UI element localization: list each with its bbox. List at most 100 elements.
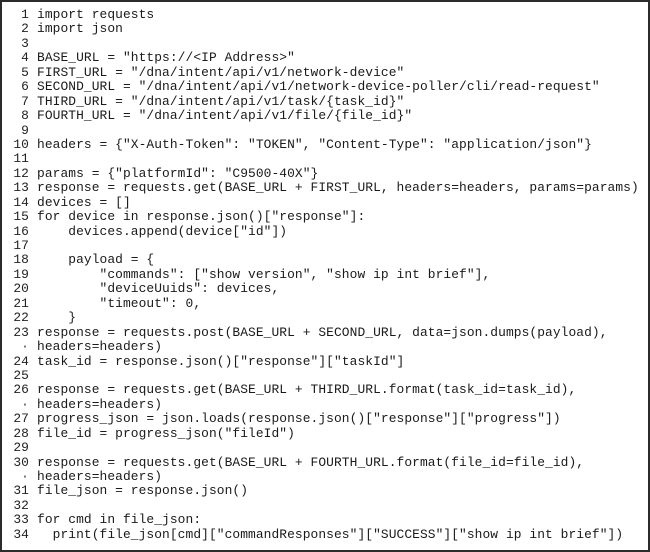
code-text: devices.append(device["id"]) (37, 223, 288, 239)
code-line: 3 (13, 35, 639, 51)
code-line: 22 } (13, 310, 639, 326)
code-listing-frame: 1 import requests 2 import json 3 4 BASE_URL =… (0, 0, 650, 552)
code-line: 21 "timeout": 0, (13, 295, 639, 311)
code-text: response = requests.get(BASE_URL + FIRST… (37, 180, 639, 196)
line-number: 33 (13, 512, 29, 528)
code-line: 8 FOURTH_URL = "/dna/intent/api/v1/file/{… (13, 108, 639, 124)
continuation-marker: · (21, 396, 29, 412)
code-line: 19 "commands": ["show version", "show ip… (13, 266, 639, 282)
code-line: 33 for cmd in file_json: (13, 512, 639, 528)
line-number: 30 (13, 454, 29, 470)
code-text: import requests (37, 7, 155, 22)
code-line: 14 devices = [] (13, 194, 639, 210)
code-text: devices = [] (37, 194, 131, 210)
line-number: 6 (21, 79, 29, 95)
line-number: 19 (13, 266, 29, 282)
code-line: 31 file_json = response.json() (13, 483, 639, 499)
code-text: headers=headers) (37, 339, 163, 355)
code-line: 7 THIRD_URL = "/dna/intent/api/v1/task/{t… (13, 93, 639, 109)
line-number: 20 (13, 281, 29, 297)
code-text: FOURTH_URL = "/dna/intent/api/v1/file/{f… (37, 108, 413, 124)
code-line: 29 (13, 440, 639, 456)
code-line: 27 progress_json = json.loads(response.js… (13, 411, 639, 427)
code-text: response = requests.get(BASE_URL + THIRD… (37, 382, 577, 398)
code-line-continuation: · headers=headers) (13, 469, 639, 484)
code-text: "timeout": 0, (37, 295, 202, 311)
line-number: 29 (13, 440, 29, 456)
code-line: 20 "deviceUuids": devices, (13, 281, 639, 297)
code-text: THIRD_URL = "/dna/intent/api/v1/task/{ta… (37, 93, 405, 109)
code-line: 10 headers = {"X-Auth-Token": "TOKEN", "C… (13, 136, 639, 152)
line-number: 24 (13, 353, 29, 369)
code-text: response = requests.get(BASE_URL + FOURT… (37, 454, 585, 470)
code-text: print(file_json[cmd]["commandResponses"]… (37, 526, 624, 542)
code-line: 1 import requests (13, 7, 639, 22)
code-text: "commands": ["show version", "show ip in… (37, 266, 491, 282)
code-line: 13 response = requests.get(BASE_URL + FIR… (13, 180, 639, 196)
line-number: 10 (13, 136, 29, 152)
line-number: 4 (21, 50, 29, 66)
line-number: 11 (13, 151, 29, 167)
code-line: 25 (13, 367, 639, 383)
line-number: 32 (13, 497, 29, 513)
code-line: 5 FIRST_URL = "/dna/intent/api/v1/network… (13, 64, 639, 80)
code-text: progress_json = json.loads(response.json… (37, 411, 561, 427)
code-text: headers = {"X-Auth-Token": "TOKEN", "Con… (37, 136, 592, 152)
code-line: 12 params = {"platformId": "C9500-40X"} (13, 165, 639, 181)
line-number: 5 (21, 64, 29, 80)
line-number: 28 (13, 425, 29, 441)
code-line: 2 import json (13, 21, 639, 37)
line-number: 9 (21, 122, 29, 138)
code-text: headers=headers) (37, 396, 163, 412)
line-number: 16 (13, 223, 29, 239)
line-number: 12 (13, 165, 29, 181)
line-number: 23 (13, 324, 29, 340)
code-text: file_json = response.json() (37, 483, 249, 499)
code-line: 26 response = requests.get(BASE_URL + THI… (13, 382, 639, 398)
line-number: 8 (21, 108, 29, 124)
code-line: 30 response = requests.get(BASE_URL + FOU… (13, 454, 639, 470)
code-line: 24 task_id = response.json()["response"][… (13, 353, 639, 369)
code-line: 28 file_id = progress_json("fileId") (13, 425, 639, 441)
line-number: 13 (13, 180, 29, 196)
continuation-marker: · (21, 469, 29, 484)
code-line: 23 response = requests.post(BASE_URL + SE… (13, 324, 639, 340)
line-number: 15 (13, 209, 29, 225)
code-line: 9 (13, 122, 639, 138)
code-text: FIRST_URL = "/dna/intent/api/v1/network-… (37, 64, 405, 80)
code-line: 17 (13, 238, 639, 253)
line-number: 27 (13, 411, 29, 427)
code-line-continuation: · headers=headers) (13, 339, 639, 355)
continuation-marker: · (21, 339, 29, 355)
code-text: } (37, 310, 77, 326)
code-text: for cmd in file_json: (37, 512, 202, 528)
code-line: 6 SECOND_URL = "/dna/intent/api/v1/networ… (13, 79, 639, 95)
line-number: 26 (13, 382, 29, 398)
code-line: 11 (13, 151, 639, 167)
line-number: 2 (21, 21, 29, 37)
code-line: 16 devices.append(device["id"]) (13, 223, 639, 239)
code-text: SECOND_URL = "/dna/intent/api/v1/network… (37, 79, 600, 95)
code-line: 4 BASE_URL = "https://<IP Address>" (13, 50, 639, 66)
code-text: response = requests.post(BASE_URL + SECO… (37, 324, 608, 340)
code-text: params = {"platformId": "C9500-40X"} (37, 165, 319, 181)
code-text: file_id = progress_json("fileId") (37, 425, 295, 441)
code-text: headers=headers) (37, 469, 163, 484)
line-number: 18 (13, 252, 29, 268)
code-text: import json (37, 21, 123, 37)
code-text: payload = { (37, 252, 155, 268)
line-number: 31 (13, 483, 29, 499)
line-number: 3 (21, 35, 29, 51)
code-text: for device in response.json()["response"… (37, 209, 366, 225)
line-number: 34 (13, 526, 29, 542)
line-number: 25 (13, 367, 29, 383)
line-number: 21 (13, 295, 29, 311)
code-line-continuation: · headers=headers) (13, 396, 639, 412)
line-number: 1 (21, 7, 29, 22)
code-line: 32 (13, 497, 639, 513)
code-block: 1 import requests 2 import json 3 4 BASE_URL =… (13, 7, 639, 542)
code-line: 15 for device in response.json()["respons… (13, 209, 639, 225)
code-text: task_id = response.json()["response"]["t… (37, 353, 405, 369)
line-number: 7 (21, 93, 29, 109)
code-text: "deviceUuids": devices, (37, 281, 280, 297)
